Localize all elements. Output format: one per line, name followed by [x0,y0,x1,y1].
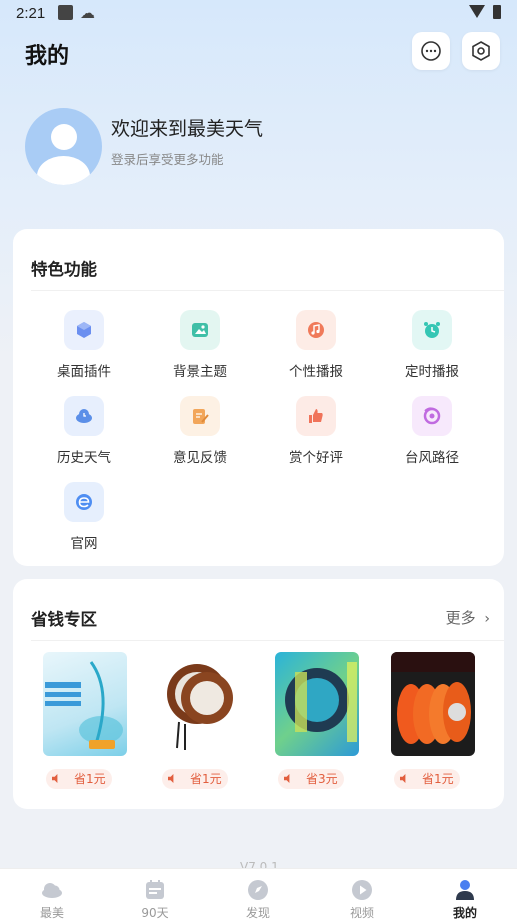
feature-label: 桌面插件 [57,364,111,380]
savings-badge: 省1元 [162,769,228,789]
more-link[interactable]: 更多 › [446,607,490,628]
login-hint[interactable]: 登录后享受更多功能 [111,149,224,168]
product-image [275,652,359,756]
features-card: 特色功能 桌面插件 背景主题 个性播报 定时播报 历史天气 意见反馈 赏个好评 … [13,229,504,566]
user-icon [456,880,474,900]
avatar-body [37,156,90,185]
savings-title: 省钱专区 [31,610,97,629]
battery-icon [493,5,501,19]
notification-icon [58,5,73,20]
tab-video[interactable]: 视频 [332,869,392,921]
typhoon-icon [412,396,452,436]
tab-weather[interactable]: 最美 [22,869,82,921]
savings-badge: 省1元 [46,769,112,789]
cube-icon [64,310,104,350]
edit-icon [180,396,220,436]
product-image [159,652,243,756]
feature-label: 台风路径 [405,450,459,466]
savings-card: 省钱专区 更多 › 省1元 省1元 省3元 省1元 [13,579,504,809]
chevron-right-icon: › [484,611,490,627]
play-icon [352,880,372,900]
message-button[interactable] [412,32,450,70]
product-image [43,652,127,756]
feature-official-site[interactable]: 官网 [34,482,134,562]
features-title: 特色功能 [31,260,97,279]
alarm-icon [412,310,452,350]
feature-rate-us[interactable]: 赏个好评 [266,396,366,476]
website-icon [64,482,104,522]
feature-scheduled-broadcast[interactable]: 定时播报 [382,310,482,390]
cloud-icon: ☁ [80,4,95,22]
feature-feedback[interactable]: 意见反馈 [150,396,250,476]
status-bar: 2:21 ☁ [0,0,517,28]
avatar-head [51,124,77,150]
bottom-tab-bar: 最美 90天 发现 视频 我的 [0,868,517,921]
feature-background-theme[interactable]: 背景主题 [150,310,250,390]
divider [31,640,504,641]
feature-typhoon-path[interactable]: 台风路径 [382,396,482,476]
chat-bubble-icon [421,41,441,61]
savings-badge: 省3元 [278,769,344,789]
feature-desktop-widget[interactable]: 桌面插件 [34,310,134,390]
tab-90-days[interactable]: 90天 [125,869,185,921]
weather-cloud-icon [42,883,62,898]
compass-icon [248,880,268,900]
status-time: 2:21 [16,5,46,22]
image-icon [180,310,220,350]
savings-amount: 省1元 [422,772,454,786]
tab-discover[interactable]: 发现 [228,869,288,921]
avatar[interactable] [25,108,102,185]
settings-button[interactable] [462,32,500,70]
feature-label: 意见反馈 [173,450,227,466]
speaker-icon [52,774,58,783]
wifi-icon [469,5,485,18]
calendar-icon [146,880,164,899]
more-label: 更多 [445,609,476,627]
feature-label: 个性播报 [289,364,343,380]
savings-badge: 省1元 [394,769,460,789]
tab-label: 我的 [452,906,477,920]
thumbs-up-icon [296,396,336,436]
speaker-icon [168,774,174,783]
tab-mine[interactable]: 我的 [435,869,495,921]
divider [31,290,504,291]
music-icon [296,310,336,350]
speaker-icon [400,774,406,783]
feature-label: 赏个好评 [289,450,343,466]
tab-label: 90天 [141,906,169,920]
savings-amount: 省1元 [74,772,106,786]
speaker-icon [284,774,290,783]
savings-amount: 省3元 [306,772,338,786]
feature-label: 定时播报 [405,364,459,380]
page-title: 我的 [25,44,70,69]
cloud-clock-icon [64,396,104,436]
savings-amount: 省1元 [190,772,222,786]
welcome-text[interactable]: 欢迎来到最美天气 [111,114,263,141]
tab-label: 最美 [39,906,64,920]
tab-label: 视频 [349,906,374,920]
feature-label: 官网 [70,536,98,552]
product-image [391,652,475,756]
feature-history-weather[interactable]: 历史天气 [34,396,134,476]
feature-label: 背景主题 [173,364,227,380]
feature-personal-broadcast[interactable]: 个性播报 [266,310,366,390]
tab-label: 发现 [245,906,270,920]
settings-hex-icon [472,41,490,61]
feature-label: 历史天气 [57,450,111,466]
